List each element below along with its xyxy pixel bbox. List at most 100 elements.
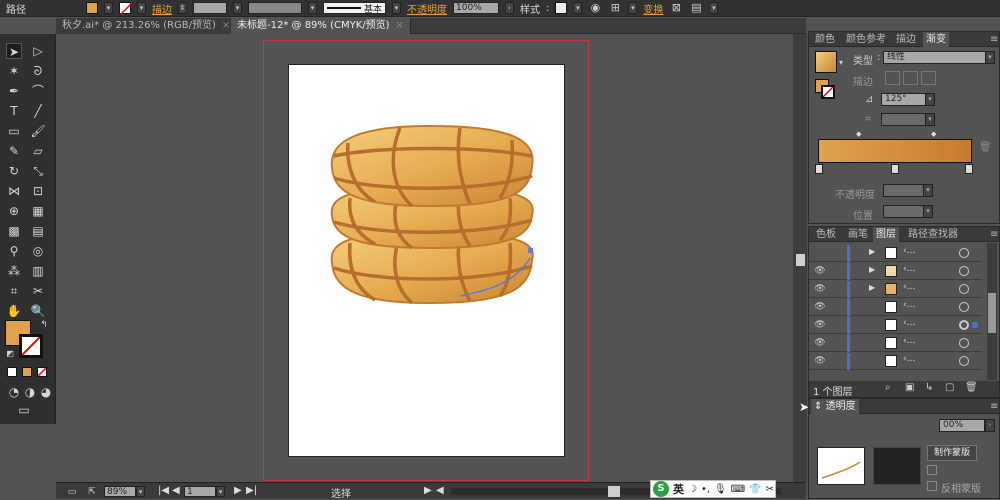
align-options-icon[interactable]: ⊞ bbox=[608, 2, 622, 14]
artboard-nav-icon[interactable]: ▭ bbox=[64, 484, 80, 500]
gradient-stop[interactable] bbox=[891, 164, 899, 174]
stroke-weight-dropdown[interactable]: ▾ bbox=[233, 2, 242, 14]
target-circle-icon[interactable] bbox=[959, 248, 969, 258]
fill-dropdown[interactable]: ▾ bbox=[104, 2, 113, 14]
mask-thumbnail[interactable] bbox=[873, 447, 921, 485]
graphic-style-swatch[interactable] bbox=[555, 2, 568, 14]
slice-tool-icon[interactable]: ✂ bbox=[30, 283, 46, 299]
ime-logo-icon[interactable]: S bbox=[653, 481, 669, 497]
first-page-icon[interactable]: |◀ bbox=[158, 485, 169, 496]
opacity-input[interactable]: 100% bbox=[453, 2, 500, 14]
tab-gradient[interactable]: 渐变 bbox=[923, 32, 949, 47]
export-icon[interactable]: ⇱ bbox=[84, 484, 100, 500]
zoom-dropdown[interactable]: ▾ bbox=[136, 486, 145, 497]
tab-swatches[interactable]: 色板 bbox=[813, 227, 839, 242]
mesh-tool-icon[interactable]: ▩ bbox=[6, 223, 22, 239]
magic-wand-tool-icon[interactable]: ✶ bbox=[6, 63, 22, 79]
gradient-preview-swatch[interactable] bbox=[815, 51, 837, 73]
ime-language-label[interactable]: 英 bbox=[673, 481, 684, 497]
stroke-swatch[interactable] bbox=[119, 2, 132, 15]
delete-stop-icon[interactable]: 🗑 bbox=[979, 142, 992, 153]
clipping-mask-icon[interactable]: ▣ bbox=[905, 382, 914, 393]
prev-page-icon[interactable]: ◀ bbox=[172, 485, 180, 496]
direct-selection-tool-icon[interactable]: ▷ bbox=[30, 43, 46, 59]
layer-row[interactable]: 👁 ▶ ‹... bbox=[809, 281, 982, 298]
status-menu-arrow[interactable]: ▶ bbox=[424, 485, 432, 496]
artboard-tool-icon[interactable]: ⌗ bbox=[6, 283, 22, 299]
layer-name[interactable]: ‹... bbox=[903, 300, 915, 310]
h-scrollbar-thumb[interactable] bbox=[608, 486, 620, 497]
symbol-sprayer-tool-icon[interactable]: ⁂ bbox=[6, 263, 22, 279]
stop-opacity-input[interactable] bbox=[883, 184, 925, 197]
opacity-link[interactable]: 不透明度 bbox=[407, 1, 447, 16]
gradient-type-select[interactable]: 线性 bbox=[883, 51, 987, 64]
line-tool-icon[interactable]: ╱ bbox=[30, 103, 46, 119]
gradient-aspect-dropdown[interactable]: ▾ bbox=[925, 113, 935, 126]
ime-shirt-icon[interactable]: 👕 bbox=[749, 484, 761, 495]
brush-dropdown[interactable]: ▾ bbox=[392, 2, 402, 14]
rectangle-tool-icon[interactable]: ▭ bbox=[6, 123, 22, 139]
gradient-stop[interactable] bbox=[965, 164, 973, 174]
mooncake-artwork[interactable] bbox=[320, 118, 550, 313]
tab-brushes[interactable]: 画笔 bbox=[845, 227, 871, 242]
gradient-tool-icon[interactable]: ▤ bbox=[30, 223, 46, 239]
transform-link[interactable]: 变换 bbox=[643, 1, 663, 16]
transparency-opacity-dropdown[interactable]: › bbox=[985, 419, 995, 432]
gradient-mode-button[interactable] bbox=[22, 367, 32, 377]
tab-pathfinder[interactable]: 路径查找器 bbox=[905, 227, 961, 242]
draw-inside-icon[interactable]: ◕ bbox=[38, 384, 54, 400]
paintbrush-tool-icon[interactable]: 🖌 bbox=[30, 123, 46, 139]
tab-stroke[interactable]: 描边 bbox=[893, 32, 919, 47]
perspective-grid-tool-icon[interactable]: ▦ bbox=[30, 203, 46, 219]
stroke-along-icon[interactable] bbox=[903, 71, 918, 85]
stroke-dropdown[interactable]: ▾ bbox=[137, 2, 146, 14]
stroke-color-box[interactable] bbox=[19, 334, 43, 358]
stroke-across-icon[interactable] bbox=[921, 71, 936, 85]
visibility-eye-icon[interactable]: 👁 bbox=[814, 319, 826, 331]
target-circle-icon[interactable] bbox=[959, 320, 969, 330]
invert-mask-checkbox[interactable] bbox=[927, 481, 937, 491]
make-mask-button[interactable]: 制作蒙版 bbox=[927, 445, 977, 461]
brush-definition[interactable]: 基本 bbox=[323, 2, 387, 15]
pencil-tool-icon[interactable]: ✎ bbox=[6, 143, 22, 159]
close-icon[interactable]: × bbox=[396, 20, 404, 31]
curvature-tool-icon[interactable]: ⌒ bbox=[30, 83, 46, 99]
fill-swatch[interactable] bbox=[86, 2, 98, 14]
visibility-eye-icon[interactable]: 👁 bbox=[814, 283, 826, 295]
visibility-eye-icon[interactable]: 👁 bbox=[814, 265, 826, 277]
default-fill-stroke-icon[interactable]: ◩ bbox=[2, 346, 18, 362]
layers-scrollbar-thumb[interactable] bbox=[988, 293, 996, 333]
anchor-point[interactable] bbox=[528, 248, 533, 253]
none-mode-button[interactable] bbox=[37, 367, 47, 377]
ime-mic-icon[interactable]: 🎙 bbox=[714, 484, 727, 495]
panel-menu-icon[interactable]: ≡ bbox=[987, 32, 1000, 47]
expand-arrow-icon[interactable]: ▶ bbox=[869, 265, 875, 274]
h-scroll-left-icon[interactable]: ◀ bbox=[436, 485, 444, 496]
selection-indicator[interactable] bbox=[972, 322, 978, 328]
expand-arrow-icon[interactable]: ▶ bbox=[869, 283, 875, 292]
visibility-eye-icon[interactable]: 👁 bbox=[814, 337, 826, 349]
target-circle-icon[interactable] bbox=[959, 266, 969, 276]
gradient-midpoint[interactable]: ◆ bbox=[856, 130, 861, 138]
tab-color-guide[interactable]: 颜色参考 bbox=[843, 32, 889, 47]
doc-tab-2[interactable]: 未标题-12* @ 89% (CMYK/预览) × bbox=[231, 18, 411, 34]
expand-arrow-icon[interactable]: ▶ bbox=[869, 247, 875, 256]
scale-tool-icon[interactable]: ⤡ bbox=[30, 163, 46, 179]
zoom-input[interactable]: 89% bbox=[104, 486, 136, 497]
selection-tool-icon[interactable]: ➤ bbox=[6, 43, 22, 59]
lasso-tool-icon[interactable]: ᘐ bbox=[30, 63, 46, 79]
doc-tab-1[interactable]: 秋夕.ai* @ 213.26% (RGB/预览) × bbox=[56, 18, 238, 34]
isolate-icon[interactable]: ⊠ bbox=[669, 2, 683, 14]
layer-name[interactable]: ‹... bbox=[903, 354, 915, 364]
layer-row-selected[interactable]: 👁 ‹... bbox=[809, 317, 982, 334]
pen-tool-icon[interactable]: ✒ bbox=[6, 83, 22, 99]
gradient-angle-input[interactable]: 125° bbox=[881, 93, 927, 106]
gradient-midpoint[interactable]: ◆ bbox=[931, 130, 936, 138]
mooncake-layer-top[interactable] bbox=[330, 124, 534, 208]
panel-menu-icon[interactable]: ≡ bbox=[987, 399, 1000, 414]
layer-row[interactable]: 👁 ‹... bbox=[809, 299, 982, 316]
draw-behind-icon[interactable]: ◑ bbox=[22, 384, 38, 400]
collapse-icon[interactable]: ⇕ bbox=[814, 401, 822, 412]
gradient-stop[interactable] bbox=[815, 164, 823, 174]
stop-position-input[interactable] bbox=[883, 205, 925, 218]
